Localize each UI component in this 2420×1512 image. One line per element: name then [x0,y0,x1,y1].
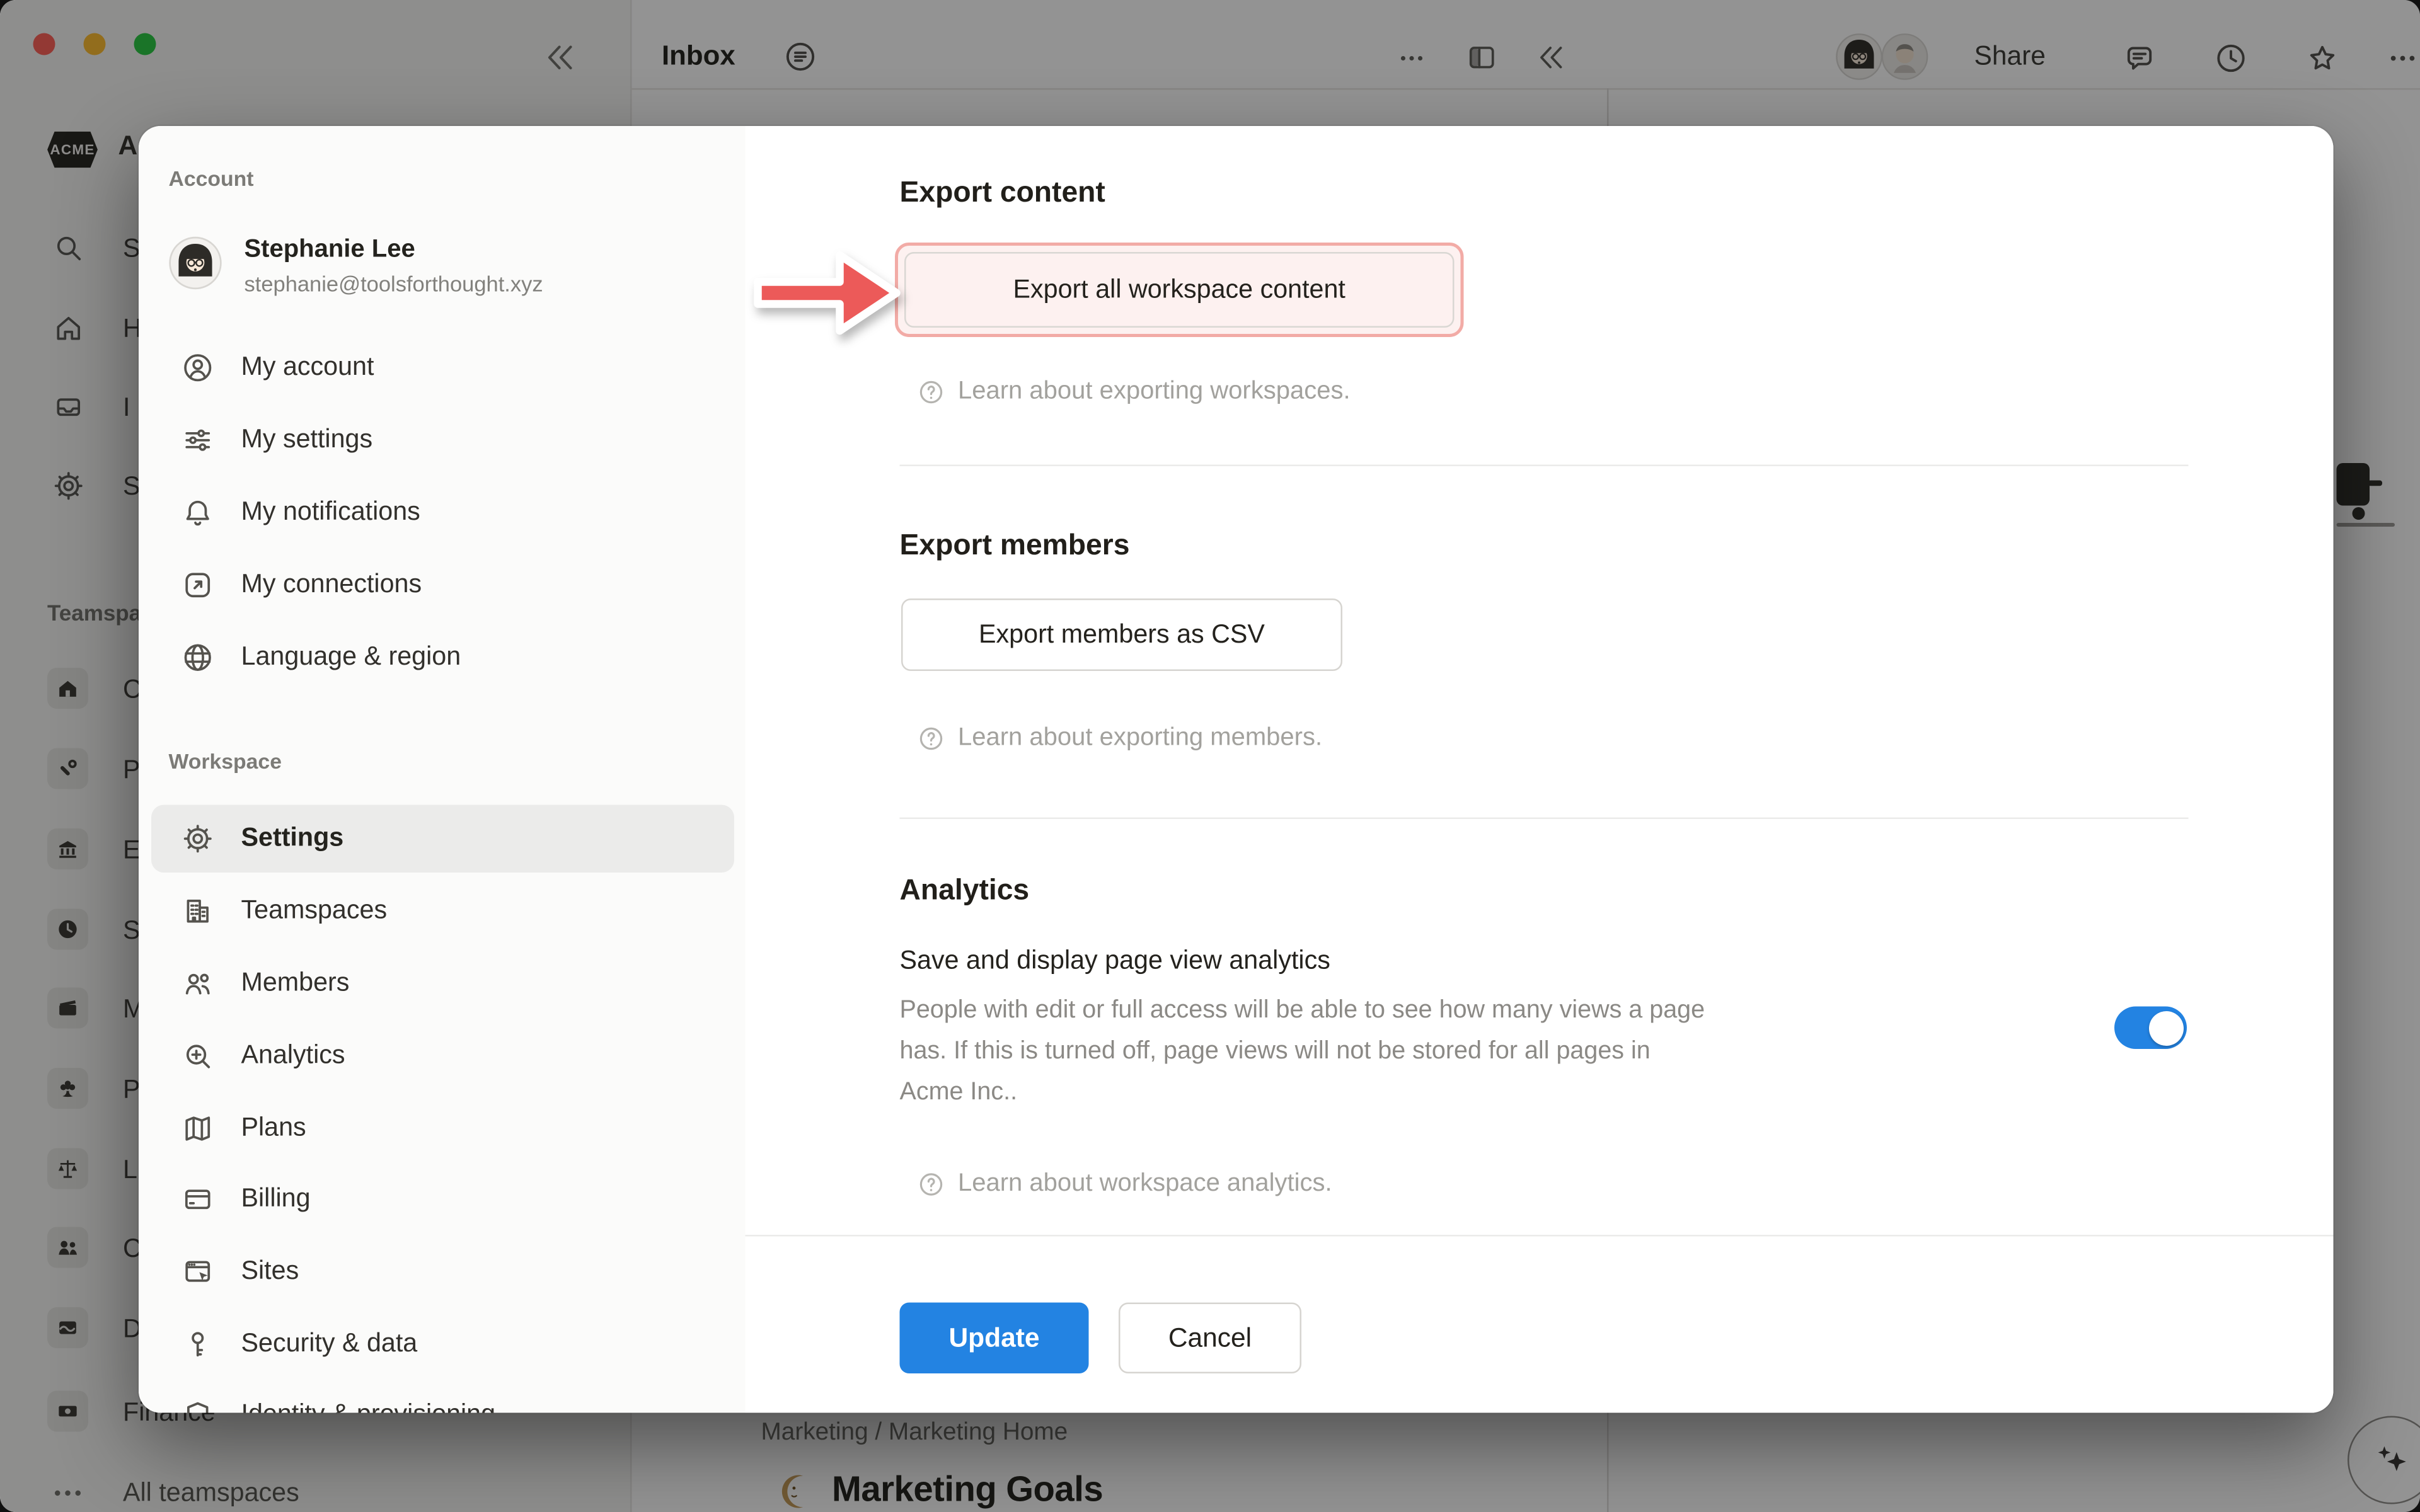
section-divider [900,818,2189,820]
export-content-heading: Export content [900,175,1105,210]
browser-cursor-icon [182,1254,215,1288]
workspace-section-label: Workspace [169,750,282,774]
analytics-toggle[interactable] [2114,1007,2187,1050]
user-email: stephanie@toolsforthought.xyz [245,273,543,297]
notion-window: Inbox Share ACME A S H I S Teamspaces C … [0,0,2420,1512]
person-circle-icon [182,350,215,384]
sidebar-item-my-notifications[interactable]: My notifications [151,481,734,544]
section-divider [900,465,2189,467]
sidebar-item-sites[interactable]: Sites [151,1240,734,1303]
sidebar-item-billing[interactable]: Billing [151,1167,734,1230]
sidebar-item-my-account[interactable]: My account [151,336,734,399]
update-button[interactable]: Update [900,1303,1089,1374]
arrow-out-icon [182,568,215,601]
globe-icon [182,640,215,673]
sliders-icon [182,423,215,456]
sidebar-item-teamspaces[interactable]: Teamspaces [151,879,734,942]
question-circle-icon [917,1171,945,1199]
members-icon [182,966,215,1000]
sidebar-item-security-data[interactable]: Security & data [151,1312,734,1375]
settings-sidebar: Account Stephanie Lee stephanie@toolsfor… [139,126,746,1413]
export-members-heading: Export members [900,528,1130,563]
account-section-label: Account [169,167,254,191]
building-icon [182,894,215,927]
sidebar-item-identity-provisioning[interactable]: Identity & provisioning [151,1383,734,1413]
sidebar-item-my-settings[interactable]: My settings [151,408,734,471]
sidebar-item-plans[interactable]: Plans [151,1096,734,1159]
sidebar-item-settings[interactable]: Settings [151,805,734,873]
sidebar-item-language-region[interactable]: Language & region [151,626,734,689]
settings-modal: Account Stephanie Lee stephanie@toolsfor… [139,126,2334,1413]
cancel-button[interactable]: Cancel [1119,1303,1301,1374]
sidebar-item-members[interactable]: Members [151,951,734,1014]
account-user-row[interactable]: Stephanie Lee stephanie@toolsforthought.… [169,236,543,296]
export-members-help-link[interactable]: Learn about exporting members. [917,724,1322,753]
analytics-heading: Analytics [900,873,1030,907]
settings-content: Export content Export all workspace cont… [746,126,2334,1413]
sidebar-item-my-connections[interactable]: My connections [151,553,734,616]
analytics-description: People with edit or full access will be … [900,991,1705,1114]
gear-icon [182,822,215,856]
export-highlight-box: Export all workspace content [895,243,1464,337]
export-members-csv-button[interactable]: Export members as CSV [901,598,1342,671]
question-circle-icon [917,378,945,406]
bell-icon [182,495,215,529]
export-all-workspace-content-button[interactable]: Export all workspace content [904,252,1455,328]
analytics-setting-title: Save and display page view analytics [900,947,1330,977]
red-arrow-annotation [752,246,903,340]
user-avatar [169,236,222,290]
footer-divider [746,1235,2334,1237]
toggle-knob [2148,1011,2183,1045]
map-icon [182,1111,215,1145]
question-circle-icon [917,724,945,753]
export-workspaces-help-link[interactable]: Learn about exporting workspaces. [917,378,1351,406]
sidebar-item-analytics[interactable]: Analytics [151,1024,734,1087]
credit-card-icon [182,1182,215,1215]
shield-icon [182,1398,215,1413]
desktop: Inbox Share ACME A S H I S Teamspaces C … [0,0,2420,1512]
workspace-analytics-help-link[interactable]: Learn about workspace analytics. [917,1171,1332,1199]
user-name: Stephanie Lee [245,236,543,265]
key-icon [182,1327,215,1360]
magnifier-sparkle-icon [182,1039,215,1072]
